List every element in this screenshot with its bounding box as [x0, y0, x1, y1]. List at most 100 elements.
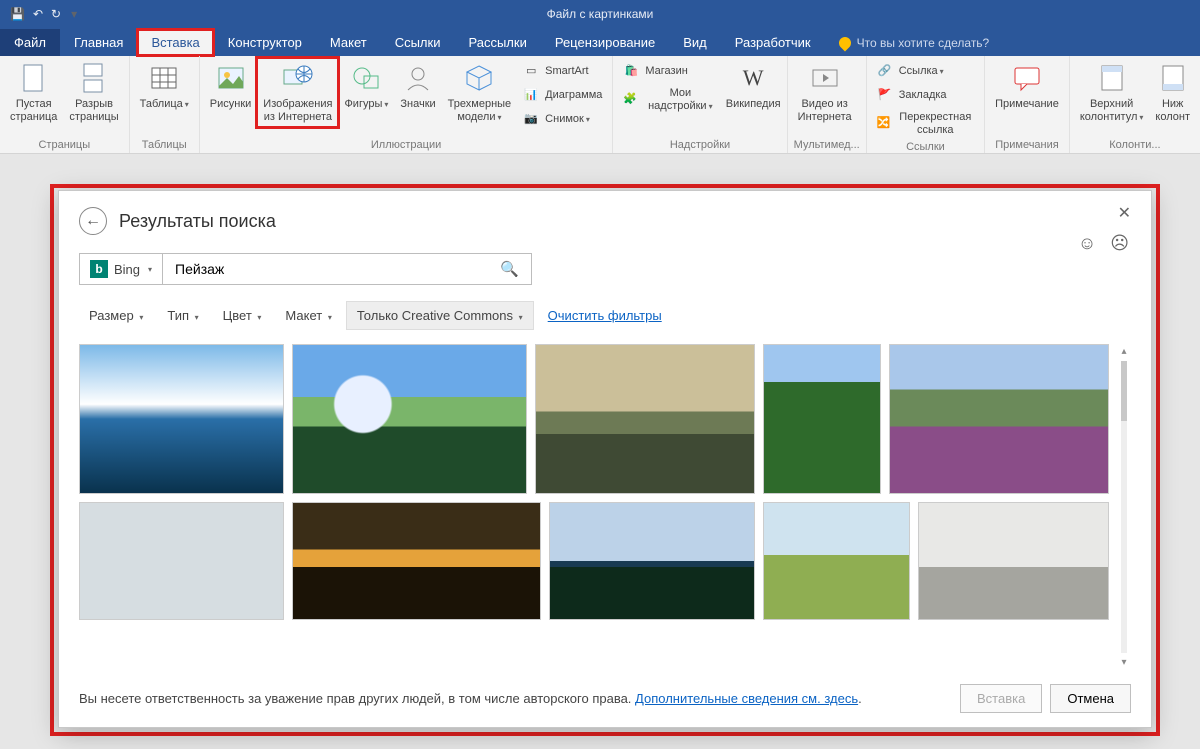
pictures-button[interactable]: Рисунки [206, 60, 256, 113]
titlebar: 💾 ↶ ↻ ▾ Файл с картинками [0, 0, 1200, 28]
tab-insert[interactable]: Вставка [137, 29, 213, 56]
tab-references[interactable]: Ссылки [381, 29, 455, 56]
scroll-track[interactable] [1121, 361, 1127, 653]
table-button[interactable]: Таблица▾ [136, 60, 193, 113]
video-icon [809, 62, 841, 94]
filter-color[interactable]: Цвет ▾ [213, 302, 272, 329]
online-pictures-label: Изображения из Интернета [263, 98, 332, 123]
undo-icon[interactable]: ↶ [33, 7, 43, 21]
group-addins-label: Надстройки [619, 137, 780, 151]
bulb-icon [836, 35, 853, 52]
redo-icon[interactable]: ↻ [51, 7, 61, 21]
online-video-label: Видео из Интернета [798, 98, 852, 123]
link-label: Ссылка▾ [899, 65, 944, 78]
tab-file[interactable]: Файл [0, 29, 60, 56]
tab-developer[interactable]: Разработчик [721, 29, 825, 56]
result-thumb[interactable] [292, 502, 541, 620]
tell-me[interactable]: Что вы хотите сделать? [825, 30, 1004, 56]
wikipedia-icon: W [737, 62, 769, 94]
page-break-icon [78, 62, 110, 94]
screenshot-button[interactable]: 📷Снимок▾ [519, 108, 606, 130]
table-label: Таблица▾ [140, 98, 189, 111]
tab-layout[interactable]: Макет [316, 29, 381, 56]
group-headerfooter-label: Колонти... [1076, 137, 1194, 151]
smartart-button[interactable]: ▭SmartArt [519, 60, 606, 82]
store-button[interactable]: 🛍️Магазин [619, 60, 721, 82]
group-comments-label: Примечания [991, 137, 1063, 151]
result-thumb[interactable] [292, 344, 526, 494]
result-thumb[interactable] [535, 344, 755, 494]
tell-me-label: Что вы хотите сделать? [857, 36, 990, 50]
blank-page-icon [18, 62, 50, 94]
result-thumb[interactable] [889, 344, 1109, 494]
3d-models-button[interactable]: Трехмерные модели▾ [444, 60, 516, 125]
result-thumb[interactable] [763, 344, 881, 494]
wikipedia-button[interactable]: WВикипедия [726, 60, 781, 113]
search-provider[interactable]: bBing▾ [79, 253, 163, 285]
tab-home[interactable]: Главная [60, 29, 137, 56]
scroll-down-icon[interactable]: ▾ [1121, 657, 1126, 668]
filter-type[interactable]: Тип ▾ [157, 302, 208, 329]
result-thumb[interactable] [549, 502, 754, 620]
scroll-handle[interactable] [1121, 361, 1127, 421]
page-break-button[interactable]: Разрыв страницы [65, 60, 122, 125]
bookmark-button[interactable]: 🚩Закладка [873, 84, 978, 106]
shapes-button[interactable]: Фигуры▾ [340, 60, 392, 113]
group-media-label: Мультимед... [794, 137, 860, 151]
back-button[interactable]: ← [79, 207, 107, 235]
clear-filters-link[interactable]: Очистить фильтры [548, 308, 662, 323]
group-links-label: Ссылки [873, 139, 978, 153]
group-media: Видео из Интернета Мультимед... [788, 56, 867, 153]
chevron-down-icon: ▾ [148, 265, 152, 274]
online-pictures-dialog: ✕ ← Результаты поиска ☺ ☹ bBing▾ 🔍 Разме… [58, 190, 1152, 728]
group-links: 🔗Ссылка▾ 🚩Закладка 🔀Перекрестная ссылка … [867, 56, 985, 153]
filter-size[interactable]: Размер ▾ [79, 302, 153, 329]
header-button[interactable]: Верхний колонтитул▾ [1076, 60, 1148, 125]
bookmark-icon: 🚩 [877, 87, 893, 103]
icons-button[interactable]: Значки [396, 60, 439, 113]
result-thumb[interactable] [763, 502, 910, 620]
tab-design[interactable]: Конструктор [214, 29, 316, 56]
dialog-title: Результаты поиска [119, 211, 276, 232]
online-pictures-button[interactable]: Изображения из Интернета [259, 60, 336, 125]
search-input[interactable] [171, 254, 496, 284]
footer-button[interactable]: Ниж колонт [1151, 60, 1194, 125]
result-thumb[interactable] [79, 344, 284, 494]
result-thumb[interactable] [79, 502, 284, 620]
footer-icon [1157, 62, 1189, 94]
results-scrollbar[interactable]: ▴ ▾ [1117, 344, 1131, 670]
tab-mailings[interactable]: Рассылки [454, 29, 540, 56]
group-pages: Пустая страница Разрыв страницы Страницы [0, 56, 130, 153]
crossref-label: Перекрестная ссылка [896, 111, 974, 136]
my-addins-button[interactable]: 🧩Мои надстройки▾ [619, 84, 721, 115]
crossref-button[interactable]: 🔀Перекрестная ссылка [873, 108, 978, 139]
filter-layout[interactable]: Макет ▾ [275, 302, 341, 329]
filter-cc[interactable]: Только Creative Commons ▾ [346, 301, 534, 330]
cancel-button[interactable]: Отмена [1050, 684, 1131, 713]
blank-page-button[interactable]: Пустая страница [6, 60, 61, 125]
chart-label: Диаграмма [545, 89, 602, 102]
link-button[interactable]: 🔗Ссылка▾ [873, 60, 978, 82]
search-icon[interactable]: 🔍 [496, 256, 523, 282]
scroll-up-icon[interactable]: ▴ [1121, 346, 1126, 357]
insert-button[interactable]: Вставка [960, 684, 1042, 713]
group-tables-label: Таблицы [136, 137, 193, 151]
online-video-button[interactable]: Видео из Интернета [794, 60, 856, 125]
qat-dropdown-icon[interactable]: ▾ [71, 7, 77, 21]
disclaimer: Вы несете ответственность за уважение пр… [79, 691, 862, 706]
tab-view[interactable]: Вид [669, 29, 721, 56]
disclaimer-link[interactable]: Дополнительные сведения см. здесь [635, 691, 858, 706]
store-label: Магазин [645, 65, 687, 78]
feedback-sad-icon[interactable]: ☹ [1110, 233, 1129, 254]
save-icon[interactable]: 💾 [10, 7, 25, 21]
results-gallery: ▴ ▾ [79, 344, 1131, 670]
group-pages-label: Страницы [6, 137, 123, 151]
comment-button[interactable]: Примечание [991, 60, 1063, 113]
tab-review[interactable]: Рецензирование [541, 29, 669, 56]
shapes-icon [350, 62, 382, 94]
bing-icon: b [90, 260, 108, 278]
chart-button[interactable]: 📊Диаграмма [519, 84, 606, 106]
feedback-happy-icon[interactable]: ☺ [1078, 233, 1096, 254]
close-button[interactable]: ✕ [1110, 199, 1139, 227]
result-thumb[interactable] [918, 502, 1109, 620]
